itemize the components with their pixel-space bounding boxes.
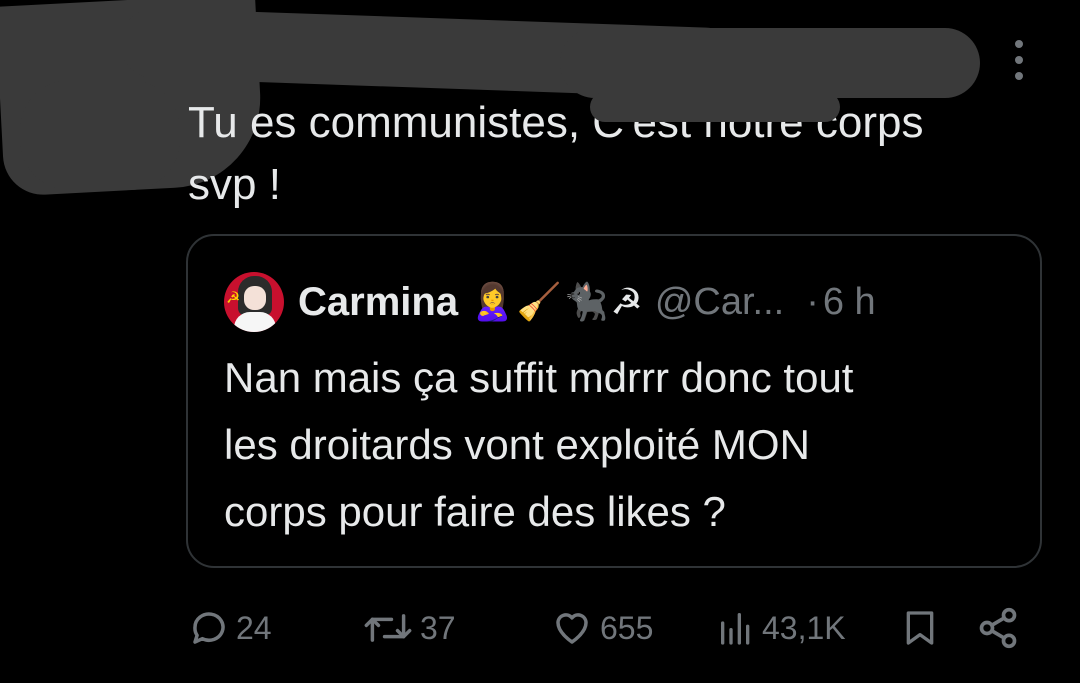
bookmark-button[interactable] <box>900 604 940 652</box>
heart-icon <box>556 613 588 644</box>
avatar[interactable]: ☭ <box>224 272 284 332</box>
share-button[interactable] <box>976 604 1020 652</box>
view-count: 43,1K <box>762 609 846 646</box>
redaction-mark <box>590 92 840 122</box>
dot-icon <box>1015 72 1023 80</box>
tweet-actions-bar: 24 37 655 43,1K <box>0 604 1080 652</box>
quoted-text-line: les droitards vont exploité MON <box>224 421 810 468</box>
analytics-icon <box>721 613 750 645</box>
quoted-tweet-text: Nan mais ça suffit mdrrr donc tout les d… <box>224 344 1024 545</box>
reply-button[interactable]: 24 <box>188 604 272 652</box>
quoted-text-line: Nan mais ça suffit mdrrr donc tout <box>224 354 854 401</box>
quoted-text-line: corps pour faire des likes ? <box>224 488 726 535</box>
repost-icon <box>364 614 412 642</box>
name-emojis: 🙎‍♀️🧹🐈‍⬛☭ <box>470 282 645 323</box>
repost-button[interactable]: 37 <box>362 604 456 652</box>
more-options-icon[interactable] <box>1004 40 1034 80</box>
like-count: 655 <box>600 609 654 646</box>
redaction-mark <box>20 80 180 190</box>
dot-icon <box>1015 40 1023 48</box>
tweet-text-line: svp ! <box>188 160 281 209</box>
reply-count: 24 <box>236 609 272 646</box>
quoted-tweet-card[interactable]: ☭ Carmina 🙎‍♀️🧹🐈‍⬛☭ @Car... · 6 h Nan ma… <box>186 234 1042 568</box>
timestamp[interactable]: 6 h <box>823 281 876 324</box>
reply-icon <box>193 612 225 644</box>
bookmark-icon <box>906 611 934 645</box>
dot-icon <box>1015 56 1023 64</box>
user-handle[interactable]: @Car... <box>655 281 784 324</box>
separator-dot: · <box>806 280 819 323</box>
share-icon <box>979 607 1017 649</box>
like-button[interactable]: 655 <box>550 604 653 652</box>
views-button[interactable]: 43,1K <box>716 604 846 652</box>
redaction-mark <box>560 28 980 98</box>
repost-count: 37 <box>420 609 456 646</box>
display-name[interactable]: Carmina <box>298 280 458 325</box>
quoted-tweet-header: ☭ Carmina 🙎‍♀️🧹🐈‍⬛☭ @Car... · 6 h <box>224 270 876 334</box>
